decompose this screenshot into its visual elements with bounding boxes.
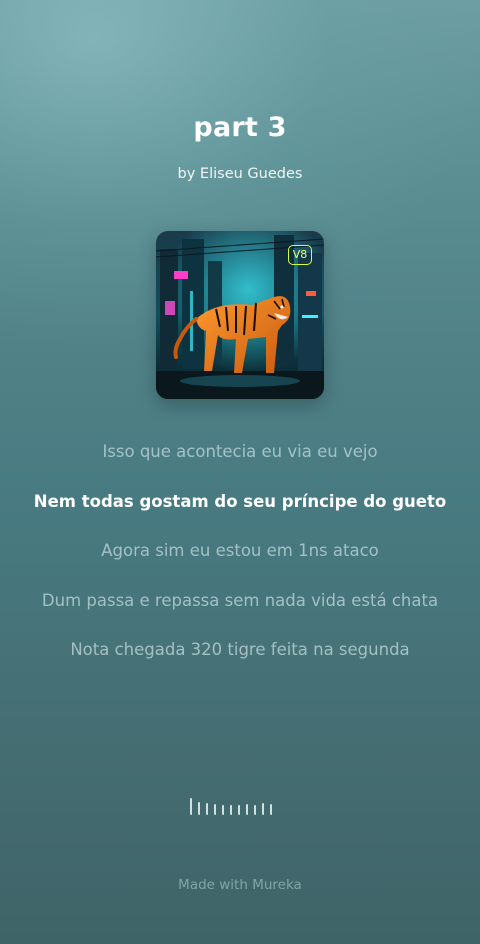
lyric-line[interactable]: Nota chegada 320 tigre feita na segunda [0,636,480,686]
album-cover: V8 [156,231,324,399]
version-badge: V8 [288,245,312,265]
waveform-bar [270,804,272,815]
waveform-bar [254,805,256,815]
waveform-bar [262,803,264,815]
audio-waveform-icon [190,797,272,815]
waveform-bar [190,798,192,815]
waveform-bar [214,804,216,815]
lyric-line[interactable]: Isso que acontecia eu via eu vejo [0,438,480,488]
waveform-bar [238,805,240,815]
song-title: part 3 [193,112,287,143]
waveform-bar [198,802,200,815]
waveform-bar [206,803,208,815]
waveform-bar [222,805,224,815]
lyric-line[interactable]: Agora sim eu estou em 1ns ataco [0,537,480,587]
song-author: by Eliseu Guedes [177,166,303,182]
lyric-line-active[interactable]: Nem todas gostam do seu príncipe do guet… [0,488,480,538]
waveform-bar [246,804,248,815]
lyrics-panel: Isso que acontecia eu via eu vejo Nem to… [0,438,480,686]
waveform-bar [230,805,232,815]
made-with-footer: Made with Mureka [178,877,302,893]
lyric-line[interactable]: Dum passa e repassa sem nada vida está c… [0,587,480,637]
